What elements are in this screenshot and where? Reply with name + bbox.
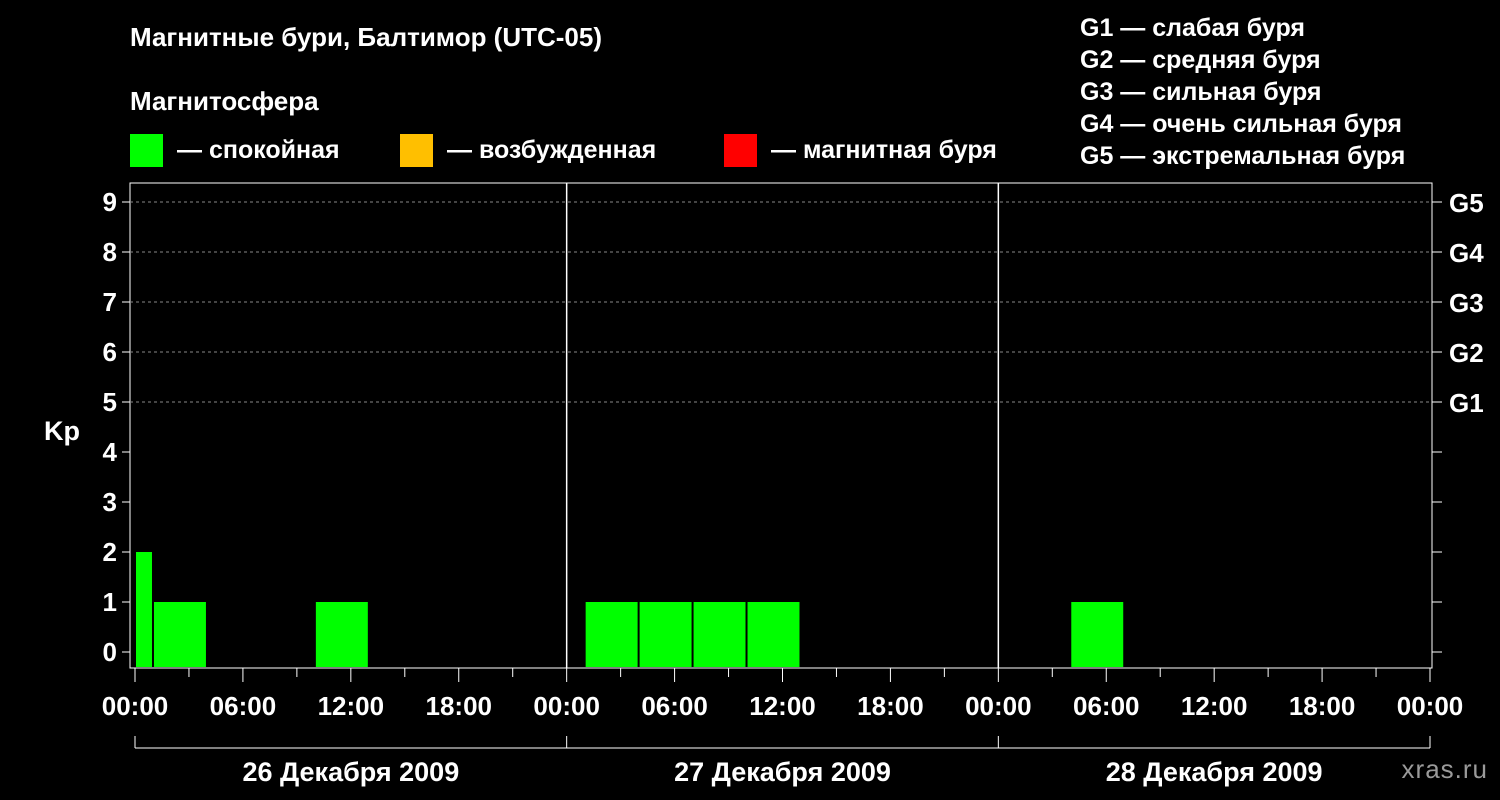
right-axis-label-g2: G2 (1449, 338, 1484, 368)
y-tick-label-2: 2 (103, 537, 117, 567)
y-tick-label-8: 8 (103, 237, 117, 267)
bar-7 (1071, 602, 1124, 667)
right-axis-label-g4: G4 (1449, 238, 1484, 268)
x-tick-label-8: 00:00 (965, 691, 1032, 721)
x-tick-label-1: 06:00 (210, 691, 277, 721)
bar-1 (153, 602, 206, 667)
right-axis-label-g1: G1 (1449, 388, 1484, 418)
bar-6 (747, 602, 800, 667)
day-label-1: 27 Декабря 2009 (674, 757, 891, 787)
y-tick-label-0: 0 (103, 637, 117, 667)
bar-0 (136, 552, 152, 667)
y-tick-label-3: 3 (103, 487, 117, 517)
y-tick-label-6: 6 (103, 337, 117, 367)
day-label-2: 28 Декабря 2009 (1106, 757, 1323, 787)
x-tick-label-12: 00:00 (1397, 691, 1464, 721)
day-label-0: 26 Декабря 2009 (242, 757, 459, 787)
plot-frame (129, 182, 1433, 669)
bar-2 (315, 602, 368, 667)
x-tick-label-5: 06:00 (641, 691, 708, 721)
x-tick-label-7: 18:00 (857, 691, 924, 721)
x-tick-label-9: 06:00 (1073, 691, 1140, 721)
watermark: xras.ru (1401, 754, 1488, 784)
x-tick-label-10: 12:00 (1181, 691, 1248, 721)
right-axis-label-g5: G5 (1449, 188, 1484, 218)
y-tick-label-5: 5 (103, 387, 117, 417)
kp-chart: 0 1 2 3 4 5 6 7 8 9 Kp G1 G2 G3 G4 G5 00:00 06:00 12:00 18:… (44, 182, 1484, 787)
bar-3 (585, 602, 638, 667)
y-tick-label-9: 9 (103, 187, 117, 217)
x-tick-label-2: 12:00 (318, 691, 385, 721)
x-tick-label-11: 18:00 (1289, 691, 1356, 721)
y-tick-label-1: 1 (103, 587, 117, 617)
right-axis-label-g3: G3 (1449, 288, 1484, 318)
y-tick-label-4: 4 (103, 437, 118, 467)
bar-5 (693, 602, 746, 667)
y-tick-label-7: 7 (103, 287, 117, 317)
x-tick-label-0: 00:00 (102, 691, 169, 721)
x-tick-label-6: 12:00 (749, 691, 816, 721)
x-tick-label-4: 00:00 (533, 691, 600, 721)
y-axis-label: Kp (44, 416, 80, 446)
bar-4 (639, 602, 692, 667)
x-tick-label-3: 18:00 (426, 691, 493, 721)
